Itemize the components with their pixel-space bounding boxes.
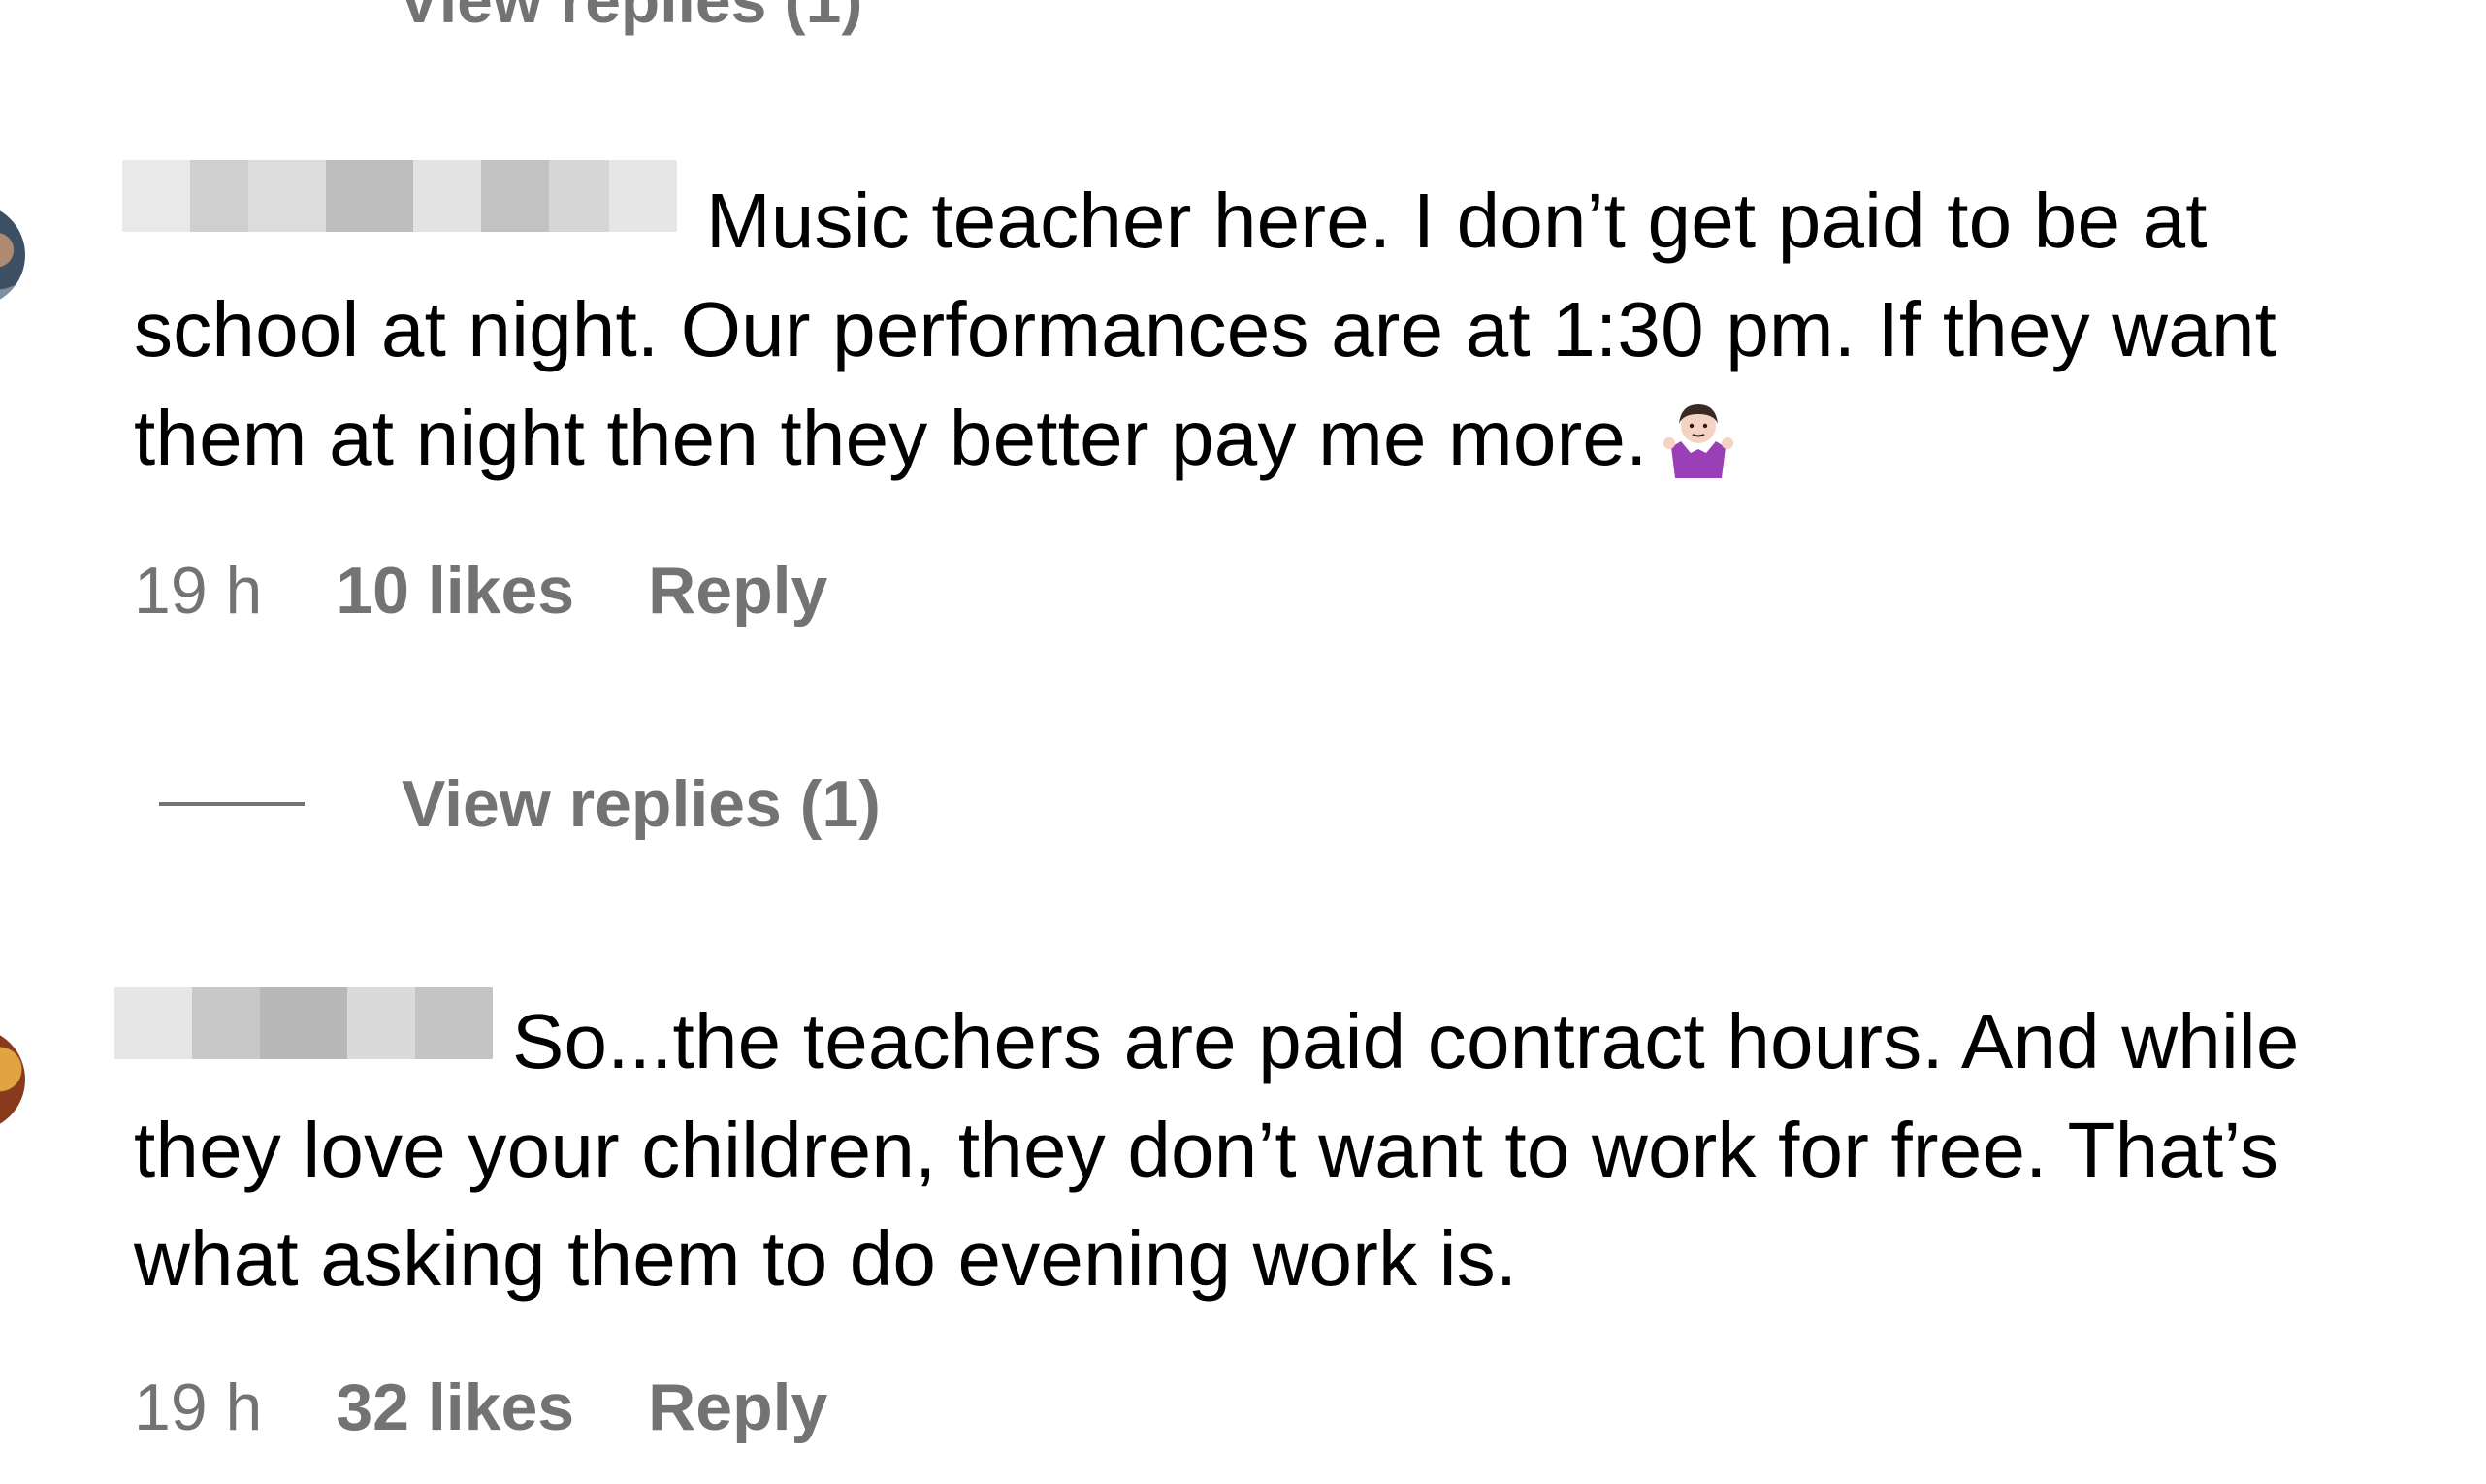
avatar[interactable] — [0, 1028, 25, 1131]
likes-count[interactable]: 10 likes — [336, 554, 574, 628]
view-replies-link-previous[interactable]: View replies (1) — [398, 0, 862, 37]
comment-meta: 19 h 10 likes Reply — [134, 553, 827, 629]
comment-time: 19 h — [134, 554, 263, 628]
view-replies-toggle[interactable]: View replies (1) — [159, 766, 881, 842]
reply-button[interactable]: Reply — [648, 554, 827, 628]
likes-count[interactable]: 32 likes — [336, 1371, 574, 1444]
comment-text: Music teacher here. I don’t get paid to … — [134, 167, 2452, 493]
reply-button[interactable]: Reply — [648, 1371, 827, 1444]
comment-meta: 19 h 32 likes Reply — [134, 1370, 827, 1445]
comment-body: Music teacher here. I don’t get paid to … — [134, 177, 2277, 481]
woman-shrugging-emoji — [1663, 404, 1733, 478]
comment-time: 19 h — [134, 1371, 263, 1444]
comment-body: So...the teachers are paid contract hour… — [134, 998, 2300, 1302]
view-replies-label[interactable]: View replies (1) — [402, 766, 881, 842]
comment-text: So...the teachers are paid contract hour… — [134, 987, 2452, 1313]
replies-divider-line — [159, 802, 305, 806]
avatar[interactable] — [0, 204, 25, 306]
